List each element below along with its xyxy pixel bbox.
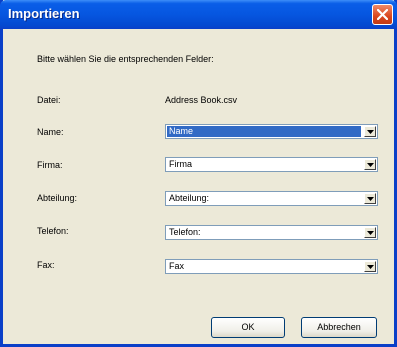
close-icon xyxy=(377,9,388,20)
phone-dropdown-button[interactable] xyxy=(364,227,376,238)
chevron-down-icon xyxy=(367,130,374,134)
import-dialog: Importieren Bitte wählen Sie die entspre… xyxy=(0,0,397,347)
company-label: Firma: xyxy=(37,160,63,170)
company-dropdown-button[interactable] xyxy=(364,159,376,170)
fax-select[interactable]: Fax xyxy=(165,259,378,274)
file-label: Datei: xyxy=(37,95,61,105)
name-select[interactable]: Name xyxy=(165,124,378,139)
close-button[interactable] xyxy=(372,4,393,25)
instruction-text: Bitte wählen Sie die entsprechenden Feld… xyxy=(37,54,214,64)
company-select[interactable]: Firma xyxy=(165,157,378,172)
fax-select-value: Fax xyxy=(169,261,185,271)
phone-select-value: Telefon: xyxy=(169,227,201,237)
chevron-down-icon xyxy=(367,265,374,269)
fax-label: Fax: xyxy=(37,260,55,270)
name-select-value: Name xyxy=(167,126,361,137)
department-label: Abteilung: xyxy=(37,193,78,203)
chevron-down-icon xyxy=(367,231,374,235)
department-select[interactable]: Abteilung: xyxy=(165,191,378,206)
chevron-down-icon xyxy=(367,163,374,167)
title-bar[interactable]: Importieren xyxy=(0,0,397,29)
ok-button[interactable]: OK xyxy=(211,317,285,338)
department-dropdown-button[interactable] xyxy=(364,193,376,204)
phone-label: Telefon: xyxy=(37,226,69,236)
chevron-down-icon xyxy=(367,197,374,201)
name-label: Name: xyxy=(37,127,64,137)
phone-select[interactable]: Telefon: xyxy=(165,225,378,240)
cancel-button[interactable]: Abbrechen xyxy=(301,317,377,338)
department-select-value: Abteilung: xyxy=(169,193,210,203)
company-select-value: Firma xyxy=(169,159,192,169)
dialog-title: Importieren xyxy=(8,6,80,21)
fax-dropdown-button[interactable] xyxy=(364,261,376,272)
name-dropdown-button[interactable] xyxy=(364,126,376,137)
file-name: Address Book.csv xyxy=(165,95,238,105)
